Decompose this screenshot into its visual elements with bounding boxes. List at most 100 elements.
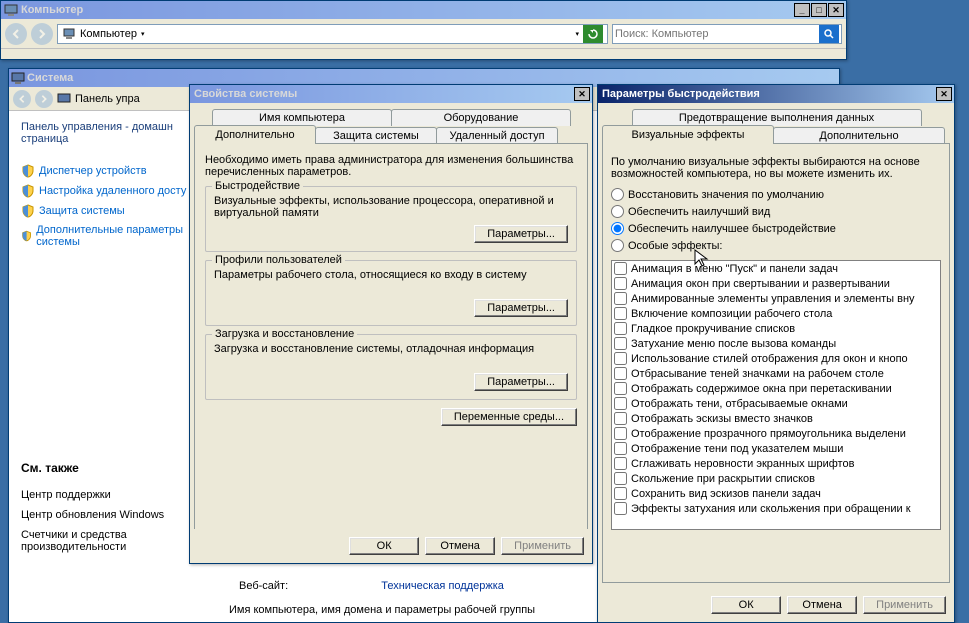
effect-item-15[interactable]: Сохранить вид эскизов панели задач [612, 486, 940, 501]
sidebar-item-0[interactable]: Диспетчер устройств [21, 161, 191, 181]
apply-button[interactable]: Применить [501, 537, 584, 555]
effect-checkbox[interactable] [614, 382, 627, 395]
profiles-desc: Параметры рабочего стола, относящиеся ко… [214, 269, 568, 281]
effect-item-12[interactable]: Отображение тени под указателем мыши [612, 441, 940, 456]
search-bar[interactable] [612, 24, 842, 44]
ok-button[interactable]: ОК [349, 537, 419, 555]
radio-input[interactable] [611, 188, 624, 201]
effect-item-2[interactable]: Анимированные элементы управления и элем… [612, 291, 940, 306]
effect-checkbox[interactable] [614, 277, 627, 290]
see-also-item-0[interactable]: Центр поддержки [21, 485, 191, 505]
effect-checkbox[interactable] [614, 472, 627, 485]
effect-checkbox[interactable] [614, 337, 627, 350]
effect-item-7[interactable]: Отбрасывание теней значками на рабочем с… [612, 366, 940, 381]
forward-button[interactable] [35, 90, 53, 108]
admin-note: Необходимо иметь права администратора дл… [205, 154, 577, 178]
effect-item-4[interactable]: Гладкое прокручивание списков [612, 321, 940, 336]
radio-input[interactable] [611, 205, 624, 218]
profiles-params-button[interactable]: Параметры... [474, 299, 568, 317]
radio-label: Обеспечить наилучший вид [628, 206, 770, 218]
domain-section-label: Имя компьютера, имя домена и параметры р… [229, 604, 535, 616]
effect-checkbox[interactable] [614, 442, 627, 455]
see-also-title: См. также [21, 461, 191, 475]
startup-group: Загрузка и восстановление Загрузка и вос… [205, 334, 577, 400]
effect-checkbox[interactable] [614, 427, 627, 440]
effect-checkbox[interactable] [614, 397, 627, 410]
close-button[interactable]: ✕ [828, 3, 844, 17]
tab-advanced[interactable]: Дополнительно [194, 125, 316, 144]
effect-checkbox[interactable] [614, 367, 627, 380]
radio-option-0[interactable]: Восстановить значения по умолчанию [611, 186, 941, 203]
tab-system-protection[interactable]: Защита системы [315, 127, 437, 144]
see-also-item-2[interactable]: Счетчики и средства производительности [21, 525, 191, 557]
breadcrumb[interactable]: Панель упра [75, 93, 140, 105]
chevron-down-icon[interactable]: ▾ [575, 30, 579, 38]
refresh-button[interactable] [583, 25, 603, 43]
effect-checkbox[interactable] [614, 487, 627, 500]
tab-computer-name[interactable]: Имя компьютера [212, 109, 392, 126]
effect-item-14[interactable]: Скольжение при раскрытии списков [612, 471, 940, 486]
effect-checkbox[interactable] [614, 322, 627, 335]
search-input[interactable] [615, 28, 817, 40]
maximize-button[interactable]: □ [811, 3, 827, 17]
effect-checkbox[interactable] [614, 412, 627, 425]
effect-checkbox[interactable] [614, 502, 627, 515]
tab-visual-effects[interactable]: Визуальные эффекты [602, 125, 774, 144]
env-vars-button[interactable]: Переменные среды... [441, 408, 577, 426]
forward-button[interactable] [31, 23, 53, 45]
effect-checkbox[interactable] [614, 352, 627, 365]
profiles-group: Профили пользователей Параметры рабочего… [205, 260, 577, 326]
perf-group-title: Быстродействие [212, 180, 303, 192]
sidebar-item-1[interactable]: Настройка удаленного досту [21, 181, 191, 201]
effect-checkbox[interactable] [614, 457, 627, 470]
effect-item-9[interactable]: Отображать тени, отбрасываемые окнами [612, 396, 940, 411]
effect-checkbox[interactable] [614, 292, 627, 305]
sidebar-item-3[interactable]: Дополнительные параметры системы [21, 221, 191, 251]
effect-item-13[interactable]: Сглаживать неровности экранных шрифтов [612, 456, 940, 471]
effects-list[interactable]: Анимация в меню "Пуск" и панели задачАни… [611, 260, 941, 530]
back-button[interactable] [5, 23, 27, 45]
effect-label: Сохранить вид эскизов панели задач [631, 488, 821, 500]
radio-option-1[interactable]: Обеспечить наилучший вид [611, 203, 941, 220]
effect-checkbox[interactable] [614, 262, 627, 275]
effect-item-1[interactable]: Анимация окон при свертывании и разверты… [612, 276, 940, 291]
radio-input[interactable] [611, 222, 624, 235]
effect-label: Отображение прозрачного прямоугольника в… [631, 428, 906, 440]
effect-item-5[interactable]: Затухание меню после вызова команды [612, 336, 940, 351]
tab-advanced-perf[interactable]: Дополнительно [773, 127, 945, 144]
search-button[interactable] [819, 25, 839, 43]
effect-item-10[interactable]: Отображать эскизы вместо значков [612, 411, 940, 426]
profiles-group-title: Профили пользователей [212, 254, 345, 266]
performance-group: Быстродействие Визуальные эффекты, испол… [205, 186, 577, 252]
tab-remote[interactable]: Удаленный доступ [436, 127, 558, 144]
effect-item-16[interactable]: Эффекты затухания или скольжения при обр… [612, 501, 940, 516]
effect-item-6[interactable]: Использование стилей отображения для око… [612, 351, 940, 366]
address-bar[interactable]: Компьютер ▾ ▾ [57, 24, 608, 44]
ok-button[interactable]: ОК [711, 596, 781, 614]
effect-item-0[interactable]: Анимация в меню "Пуск" и панели задач [612, 261, 940, 276]
minimize-button[interactable]: _ [794, 3, 810, 17]
effect-label: Использование стилей отображения для око… [631, 353, 908, 365]
cancel-button[interactable]: Отмена [425, 537, 495, 555]
tab-dep[interactable]: Предотвращение выполнения данных [632, 109, 922, 126]
close-button[interactable]: ✕ [936, 87, 952, 101]
perfopts-titlebar: Параметры быстродействия ✕ [598, 85, 954, 103]
startup-params-button[interactable]: Параметры... [474, 373, 568, 391]
apply-button[interactable]: Применить [863, 596, 946, 614]
effect-checkbox[interactable] [614, 307, 627, 320]
see-also-item-1[interactable]: Центр обновления Windows [21, 505, 191, 525]
effect-item-3[interactable]: Включение композиции рабочего стола [612, 306, 940, 321]
back-button[interactable] [13, 90, 31, 108]
explorer-toolbar: Компьютер ▾ ▾ [1, 19, 846, 49]
close-button[interactable]: ✕ [574, 87, 590, 101]
effect-item-11[interactable]: Отображение прозрачного прямоугольника в… [612, 426, 940, 441]
perf-params-button[interactable]: Параметры... [474, 225, 568, 243]
sidebar-item-2[interactable]: Защита системы [21, 201, 191, 221]
radio-input[interactable] [611, 239, 624, 252]
radio-option-2[interactable]: Обеспечить наилучшее быстродействие [611, 220, 941, 237]
effect-item-8[interactable]: Отображать содержимое окна при перетаски… [612, 381, 940, 396]
radio-option-3[interactable]: Особые эффекты: [611, 237, 941, 254]
tab-hardware[interactable]: Оборудование [391, 109, 571, 126]
cancel-button[interactable]: Отмена [787, 596, 857, 614]
techsupport-link[interactable]: Техническая поддержка [381, 580, 504, 592]
